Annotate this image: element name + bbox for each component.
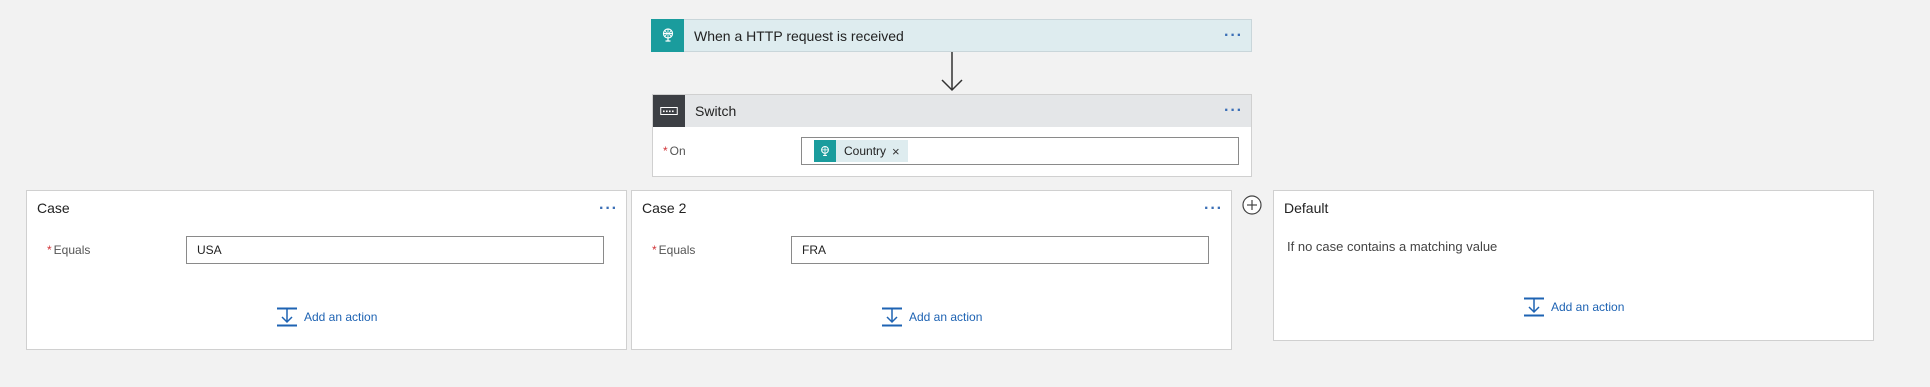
equals-field-label: * Equals — [652, 243, 695, 257]
equals-input[interactable]: USA — [186, 236, 604, 264]
case-title[interactable]: Case 2 — [642, 200, 686, 216]
default-case-card: Default If no case contains a matching v… — [1273, 190, 1874, 341]
case-title[interactable]: Case — [37, 200, 70, 216]
token-remove-button[interactable]: × — [892, 144, 908, 159]
case-more-menu-button[interactable]: ··· — [1204, 201, 1223, 217]
default-title: Default — [1284, 200, 1329, 216]
equals-label-text: Equals — [53, 243, 91, 257]
on-field-label: * On — [663, 144, 686, 158]
add-action-label: Add an action — [1551, 300, 1625, 314]
switch-more-menu-button[interactable]: ··· — [1224, 103, 1243, 119]
flow-connector-arrow — [941, 52, 963, 92]
switch-icon — [653, 95, 685, 127]
add-action-label: Add an action — [304, 310, 378, 324]
default-description: If no case contains a matching value — [1287, 239, 1498, 254]
equals-field-label: * Equals — [47, 243, 90, 257]
add-case-plus-icon[interactable] — [1242, 195, 1262, 215]
case-card-2: Case 2 ··· * Equals FRA Add an action — [631, 190, 1232, 350]
trigger-title: When a HTTP request is received — [694, 27, 904, 44]
equals-input[interactable]: FRA — [791, 236, 1209, 264]
switch-header[interactable]: Switch ··· — [653, 95, 1251, 127]
http-request-globe-icon — [814, 140, 836, 162]
add-action-button[interactable]: Add an action — [276, 307, 377, 327]
token-label: Country — [844, 144, 887, 158]
add-action-button[interactable]: Add an action — [881, 307, 982, 327]
on-label-text: On — [669, 144, 686, 158]
add-action-icon — [1524, 297, 1544, 317]
add-action-label: Add an action — [909, 310, 983, 324]
logic-app-designer-canvas: When a HTTP request is received ··· Swit… — [0, 0, 1930, 387]
http-request-globe-icon — [651, 18, 684, 52]
case-more-menu-button[interactable]: ··· — [599, 201, 618, 217]
required-marker: * — [47, 243, 52, 257]
equals-label-text: Equals — [658, 243, 696, 257]
add-action-icon — [277, 307, 297, 327]
on-input[interactable]: Country × — [801, 137, 1239, 165]
switch-card: Switch ··· * On Country × — [652, 94, 1252, 177]
switch-title: Switch — [695, 103, 737, 119]
add-action-icon — [882, 307, 902, 327]
http-trigger-card[interactable]: When a HTTP request is received ··· — [651, 18, 1252, 52]
add-action-button[interactable]: Add an action — [1523, 297, 1624, 317]
country-token[interactable]: Country × — [814, 140, 908, 162]
case-card-1: Case ··· * Equals USA Add an action — [26, 190, 627, 350]
required-marker: * — [652, 243, 657, 257]
required-marker: * — [663, 144, 668, 158]
trigger-more-menu-button[interactable]: ··· — [1224, 27, 1243, 43]
